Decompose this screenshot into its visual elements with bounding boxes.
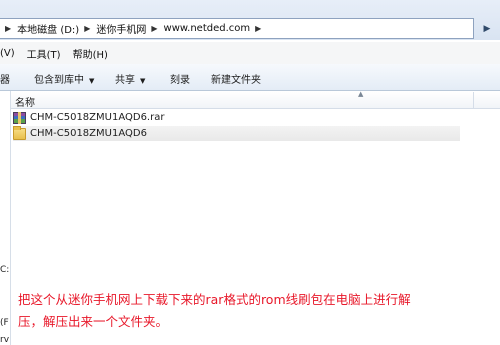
- breadcrumb-separator-icon[interactable]: ▶: [255, 24, 261, 33]
- file-name: CHM-C5018ZMU1AQD6: [30, 128, 147, 139]
- annotation-line: 压，解压出来一个文件夹。: [18, 314, 169, 329]
- breadcrumb-separator-icon[interactable]: ▶: [151, 24, 157, 33]
- menu-view[interactable]: (V): [0, 48, 15, 59]
- breadcrumb-separator-icon[interactable]: ▶: [5, 24, 11, 33]
- column-divider[interactable]: [473, 92, 474, 108]
- include-in-library-button[interactable]: 包含到库中 ▼: [34, 71, 94, 86]
- annotation-text: 把这个从迷你手机网上下载下来的rar格式的rom线刷包在电脑上进行解 压，解压出…: [18, 289, 494, 333]
- sort-ascending-icon: ▲: [358, 90, 364, 98]
- command-toolbar: 器 包含到库中 ▼ 共享 ▼ 刻录 新建文件夹: [0, 64, 500, 91]
- winrar-archive-icon: [13, 111, 26, 124]
- menu-bar: (V) 工具(T) 帮助(H): [0, 42, 500, 64]
- file-name: CHM-C5018ZMU1AQD6.rar: [30, 112, 165, 123]
- nav-fragment[interactable]: C:: [0, 265, 9, 275]
- menu-tools[interactable]: 工具(T): [27, 46, 61, 61]
- breadcrumb-label[interactable]: www.netded.com: [164, 23, 251, 34]
- breadcrumb-current[interactable]: ▶ www.netded.com ▶: [146, 23, 267, 34]
- chevron-down-icon: ▼: [140, 77, 146, 85]
- file-row[interactable]: CHM-C5018ZMU1AQD6.rar: [13, 110, 473, 125]
- nav-fragment[interactable]: (F: [0, 318, 9, 328]
- toolbar-partial-button[interactable]: 器: [0, 71, 10, 86]
- chevron-down-icon: ▼: [89, 77, 95, 85]
- annotation-line: 把这个从迷你手机网上下载下来的rar格式的rom线刷包在电脑上进行解: [18, 292, 411, 307]
- refresh-arrow-icon[interactable]: ▶: [474, 18, 500, 39]
- breadcrumb-folder[interactable]: ▶ 迷你手机网: [79, 21, 146, 36]
- burn-button[interactable]: 刻录: [170, 71, 190, 86]
- address-bar[interactable]: ▶ 本地磁盘 (D:) ▶ 迷你手机网 ▶ www.netded.com ▶: [0, 18, 474, 39]
- share-label: 共享: [115, 75, 135, 86]
- breadcrumb-drive[interactable]: ▶ 本地磁盘 (D:): [0, 21, 79, 36]
- column-header: 名称 ▲: [11, 90, 500, 109]
- include-in-library-label: 包含到库中: [34, 75, 84, 86]
- address-bar-area: ▶ 本地磁盘 (D:) ▶ 迷你手机网 ▶ www.netded.com ▶ ▶: [0, 0, 500, 40]
- breadcrumb-label[interactable]: 本地磁盘 (D:): [17, 21, 79, 36]
- new-folder-button[interactable]: 新建文件夹: [211, 71, 261, 86]
- file-row[interactable]: CHM-C5018ZMU1AQD6: [13, 125, 460, 141]
- breadcrumb-separator-icon[interactable]: ▶: [84, 24, 90, 33]
- share-button[interactable]: 共享 ▼: [115, 71, 145, 86]
- navigation-pane[interactable]: C: (F rv: [0, 91, 11, 345]
- folder-icon: [13, 125, 26, 140]
- breadcrumb-label[interactable]: 迷你手机网: [96, 21, 146, 36]
- nav-fragment[interactable]: rv: [0, 335, 9, 345]
- column-name-header[interactable]: 名称: [15, 94, 35, 109]
- menu-help[interactable]: 帮助(H): [73, 46, 108, 61]
